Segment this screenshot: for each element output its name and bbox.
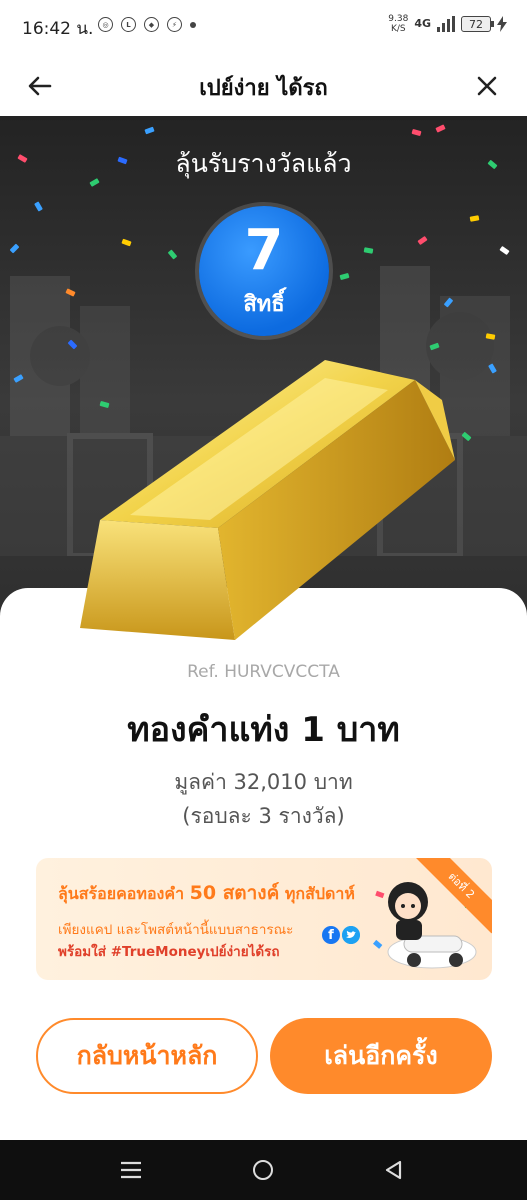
messenger-icon: ⚡ (167, 17, 182, 32)
close-icon[interactable] (471, 70, 503, 102)
promo-headline: ลุ้นสร้อยคอทองคำ 50 สตางค์ ทุกสัปดาห์ (58, 878, 355, 908)
promo-headline-highlight: 50 สตางค์ (189, 882, 280, 904)
promo-headline-suffix: ทุกสัปดาห์ (284, 884, 355, 903)
app-header: เปย์ง่าย ได้รถ (0, 56, 527, 116)
line-icon: L (121, 17, 136, 32)
charging-icon (497, 16, 507, 32)
rights-badge: 7 สิทธิ์ (199, 206, 329, 336)
nav-back-icon[interactable] (384, 1160, 404, 1180)
battery-icon: 72 (461, 16, 494, 32)
network-speed-unit: K/S (390, 24, 406, 34)
system-navigation-bar (0, 1140, 527, 1200)
prize-name: ทองคำแท่ง 1 บาท (127, 710, 400, 750)
gold-bar-image (80, 360, 455, 640)
confetti (34, 201, 43, 212)
page-title: เปย์ง่าย ได้รถ (199, 76, 328, 101)
reference-code: Ref. HURVCVCCTA (187, 662, 340, 682)
recent-apps-icon[interactable] (120, 1160, 142, 1180)
promo-instructions: เพียงแคป และโพสต์หน้านี้แบบสาธารณะ (58, 922, 294, 938)
rights-unit: สิทธิ์ (243, 292, 285, 317)
ethereum-icon: ◆ (144, 17, 159, 32)
status-bar: 16:42 น. ◎ L ◆ ⚡ 9.38 K/S 4G 72 (0, 0, 527, 56)
system-status: 9.38 K/S 4G 72 (388, 14, 507, 34)
network-speed-value: 9.38 (388, 14, 409, 24)
confetti (435, 124, 446, 133)
status-time: 16:42 น. (22, 19, 94, 39)
confetti (144, 126, 155, 135)
prize-card: Ref. HURVCVCCTA ทองคำแท่ง 1 บาท มูลค่า 3… (0, 588, 527, 1140)
facebook-icon: f (322, 926, 340, 944)
signal-icon (437, 16, 455, 32)
notification-app-icon: ◎ (98, 17, 113, 32)
network-speed: 9.38 K/S (388, 14, 408, 34)
more-notifications-dot (190, 21, 196, 28)
promo-hashtag: พร้อมใส่ #TrueMoneyเปย์ง่ายได้รถ (58, 944, 280, 960)
play-again-button[interactable]: เล่นอีกครั้ง (270, 1018, 492, 1094)
twitter-icon (342, 926, 360, 944)
home-icon[interactable] (253, 1160, 273, 1180)
back-to-home-button[interactable]: กลับหน้าหลัก (36, 1018, 258, 1094)
rights-count: 7 (244, 218, 284, 283)
reward-heading: ลุ้นรับรางวัลแล้ว (175, 149, 352, 178)
promo-headline-prefix: ลุ้นสร้อยคอทองคำ (58, 884, 185, 903)
promo-banner[interactable]: ลุ้นสร้อยคอทองคำ 50 สตางค์ ทุกสัปดาห์ เพ… (36, 858, 492, 980)
notification-icons: ◎ L ◆ ⚡ (98, 17, 196, 32)
prize-value: มูลค่า 32,010 บาท (174, 770, 353, 794)
network-type: 4G (414, 17, 431, 30)
prize-rounds: (รอบละ 3 รางวัล) (182, 804, 345, 828)
confetti (469, 215, 480, 222)
confetti (411, 128, 422, 137)
